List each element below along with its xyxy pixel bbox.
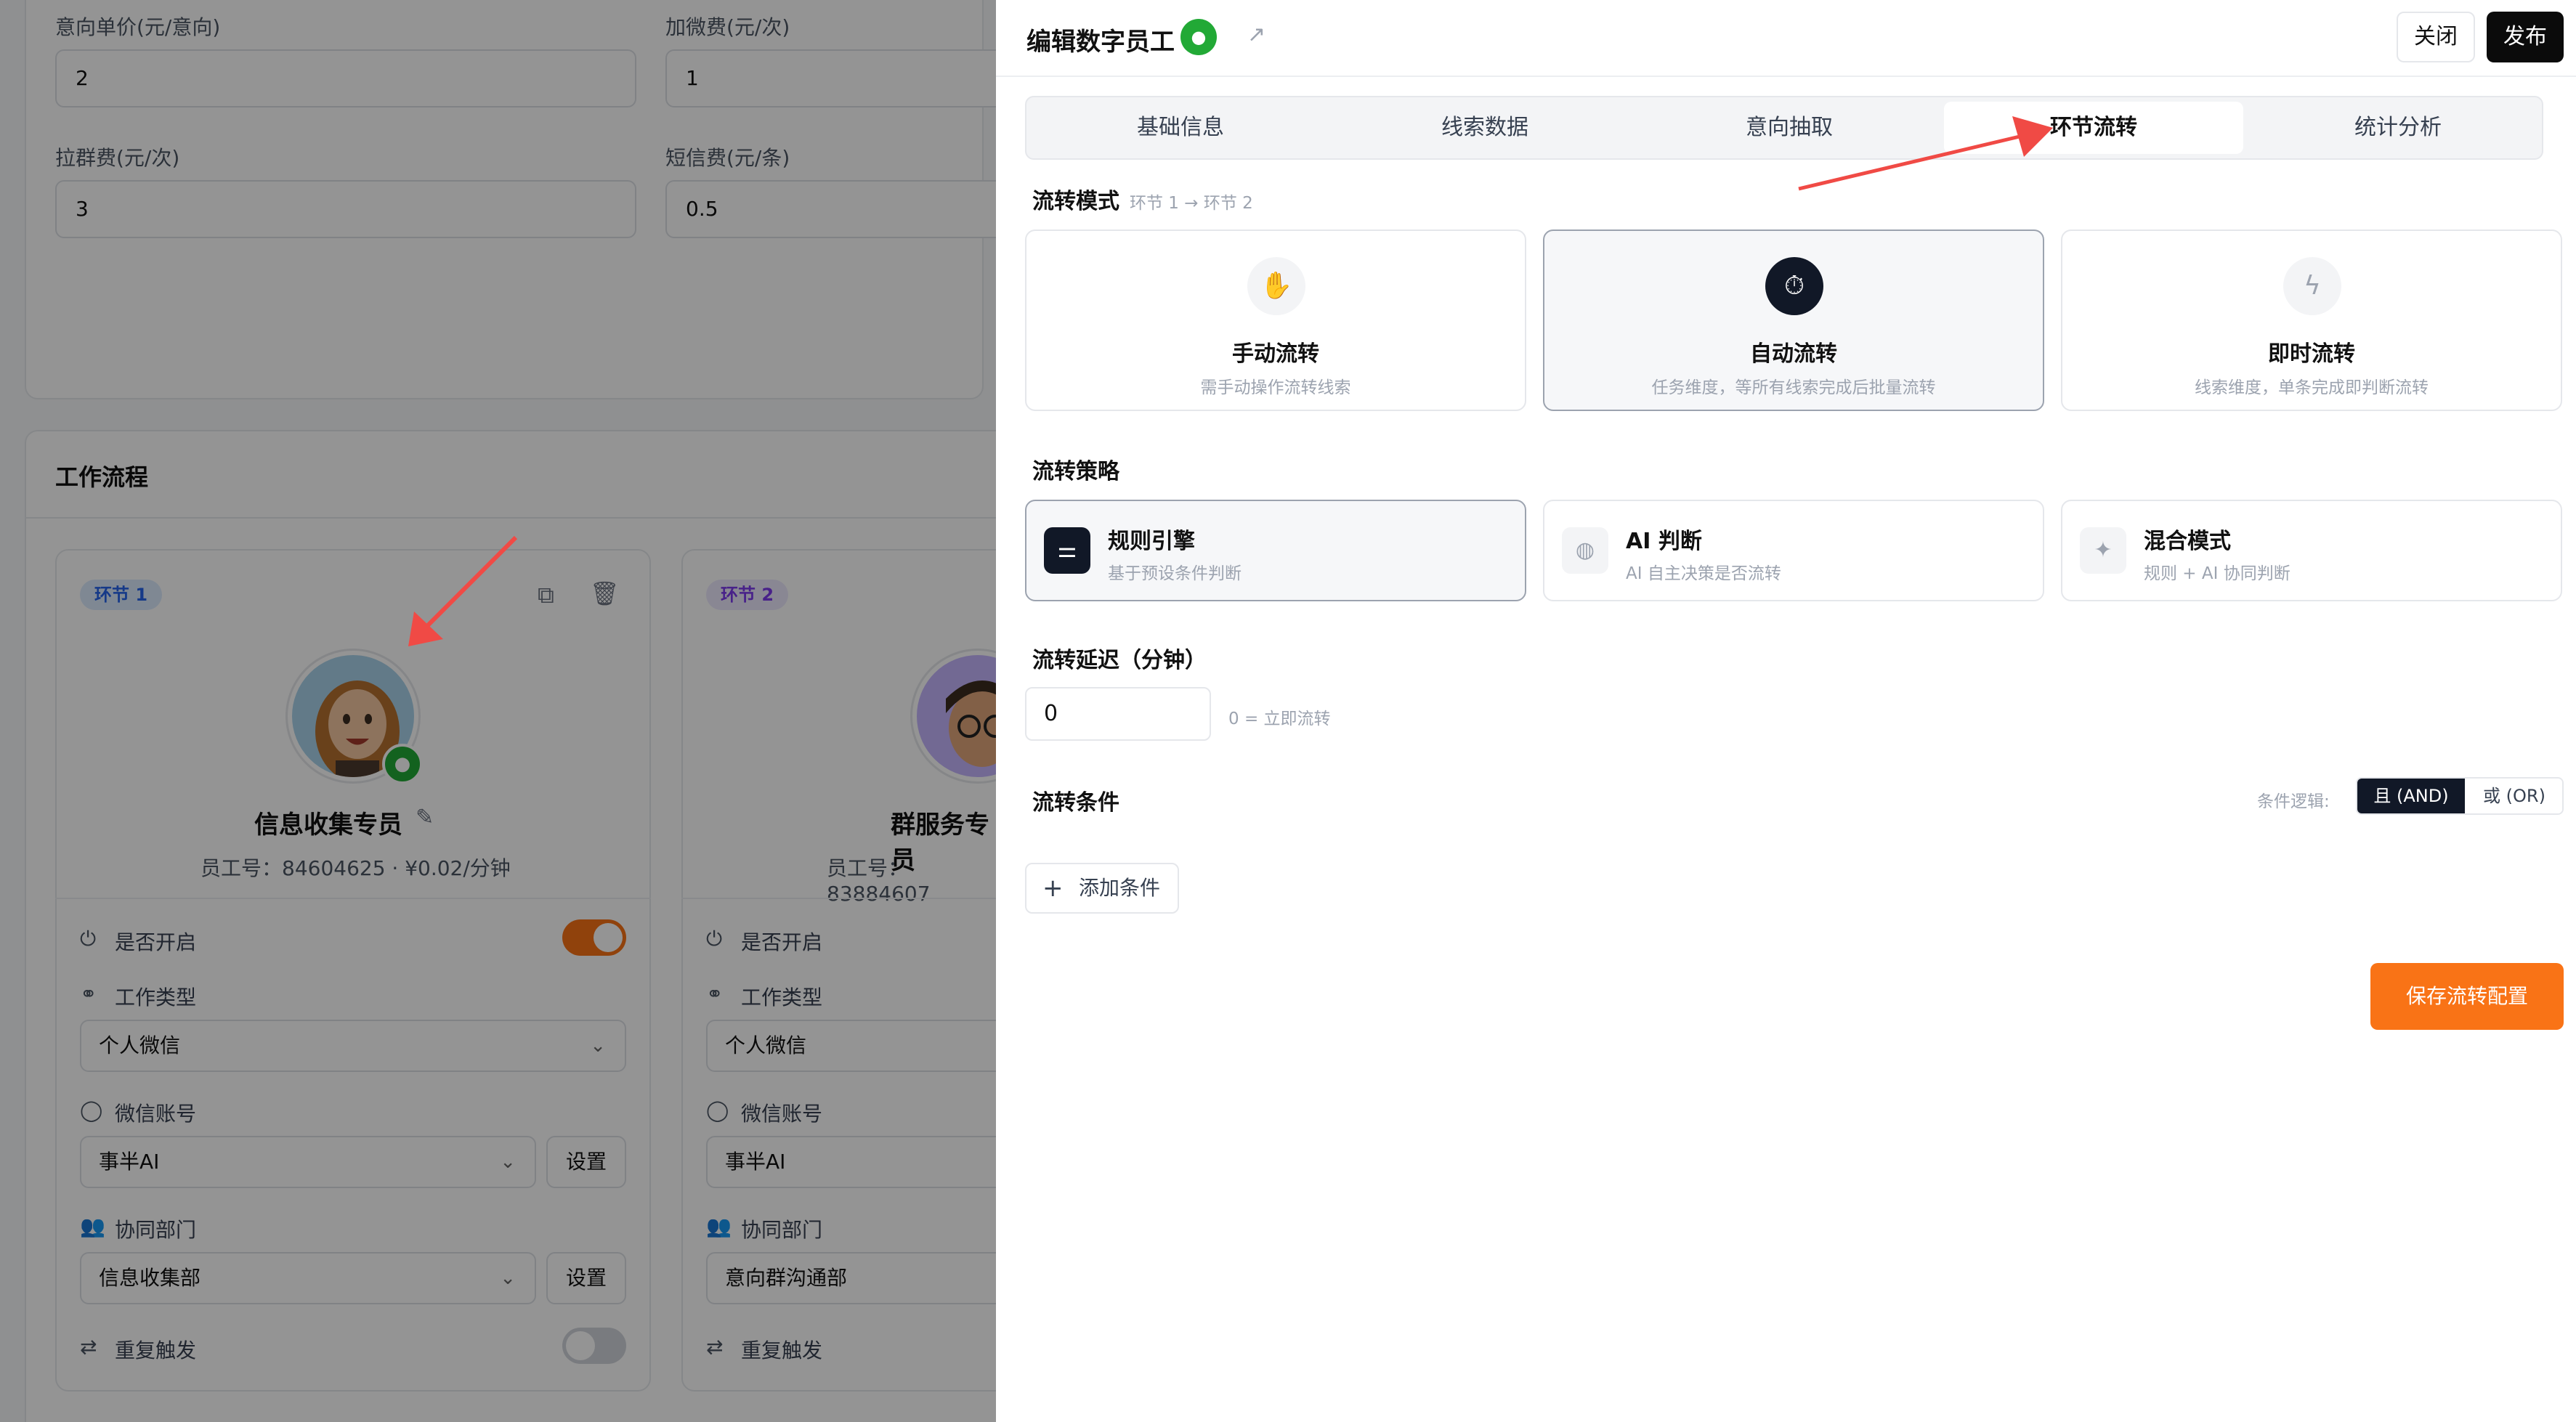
lightning-icon: ϟ: [2283, 257, 2341, 315]
strategy-card-rules[interactable]: ⚌ 规则引擎 基于预设条件判断: [1025, 500, 1526, 601]
sparkle-icon: ✦: [2080, 527, 2126, 574]
strategy-card-ai[interactable]: ◍ AI 判断 AI 自主决策是否流转: [1543, 500, 2044, 601]
conditions-label: 流转条件: [1032, 790, 1119, 816]
wechat-icon: ●: [1180, 19, 1217, 55]
mode-card-manual[interactable]: ✋ 手动流转 需手动操作流转线索: [1025, 229, 1526, 411]
modal-overlay[interactable]: [0, 0, 996, 1422]
strategy-title: 规则引擎: [1108, 529, 1195, 554]
logic-toggle: 且 (AND) 或 (OR): [2356, 777, 2564, 815]
mode-card-auto[interactable]: ⏱ 自动流转 任务维度，等所有线索完成后批量流转: [1543, 229, 2044, 411]
add-condition-button[interactable]: + 添加条件: [1025, 863, 1179, 914]
hand-icon: ✋: [1247, 257, 1305, 315]
publish-button[interactable]: 发布: [2487, 12, 2564, 62]
tab-lead-data[interactable]: 线索数据: [1335, 102, 1635, 154]
mode-label: 流转模式: [1032, 189, 1119, 214]
tab-intent-extract[interactable]: 意向抽取: [1640, 102, 1939, 154]
mode-desc: 需手动操作流转线索: [1200, 378, 1351, 397]
strategy-desc: 基于预设条件判断: [1108, 564, 1242, 583]
mode-title: 自动流转: [1750, 341, 1837, 367]
strategy-title: 混合模式: [2144, 529, 2231, 554]
mode-card-instant[interactable]: ϟ 即时流转 线索维度，单条完成即判断流转: [2061, 229, 2562, 411]
logic-label: 条件逻辑:: [2257, 792, 2330, 811]
close-button[interactable]: 关闭: [2397, 12, 2475, 62]
drawer-header: 编辑数字员工 ● ↗ 关闭 发布: [996, 0, 2576, 77]
save-flow-button[interactable]: 保存流转配置: [2370, 963, 2564, 1030]
plus-icon: +: [1042, 874, 1064, 903]
mode-sublabel: 环节 1 → 环节 2: [1130, 194, 1253, 213]
mode-desc: 线索维度，单条完成即判断流转: [2195, 378, 2429, 397]
delay-hint: 0 = 立即流转: [1228, 710, 1331, 728]
strategy-title: AI 判断: [1626, 529, 1702, 554]
strategy-desc: AI 自主决策是否流转: [1626, 564, 1781, 583]
external-link-icon[interactable]: ↗: [1247, 22, 1265, 47]
strategy-desc: 规则 + AI 协同判断: [2144, 564, 2291, 583]
edit-drawer: 编辑数字员工 ● ↗ 关闭 发布 基础信息 线索数据 意向抽取 环节流转 统计分…: [996, 0, 2576, 1422]
tab-basic-info[interactable]: 基础信息: [1031, 102, 1330, 154]
logic-or-button[interactable]: 或 (OR): [2465, 779, 2562, 813]
tab-stage-flow[interactable]: 环节流转: [1944, 102, 2243, 154]
mode-title: 手动流转: [1232, 341, 1319, 367]
strategy-section-title: 流转策略: [1032, 459, 1119, 484]
background-page: 意向单价(元/意向) 2 加微费(元/次) 1 拉群费(元/次) 3 短信费(元…: [0, 0, 996, 1422]
add-condition-label: 添加条件: [1079, 876, 1161, 900]
mode-section-title: 流转模式 环节 1 → 环节 2: [1032, 183, 1253, 215]
drawer-title: 编辑数字员工: [1026, 28, 1175, 57]
timer-icon: ⏱: [1765, 257, 1823, 315]
delay-input[interactable]: 0: [1025, 687, 1211, 741]
logic-and-button[interactable]: 且 (AND): [2357, 779, 2465, 813]
tab-bar: 基础信息 线索数据 意向抽取 环节流转 统计分析: [1025, 96, 2543, 160]
delay-label: 流转延迟（分钟）: [1032, 648, 1207, 673]
brain-icon: ◍: [1562, 527, 1608, 574]
mode-title: 即时流转: [2268, 341, 2355, 367]
mode-desc: 任务维度，等所有线索完成后批量流转: [1651, 378, 1936, 397]
tab-statistics[interactable]: 统计分析: [2248, 102, 2548, 154]
strategy-card-hybrid[interactable]: ✦ 混合模式 规则 + AI 协同判断: [2061, 500, 2562, 601]
sliders-icon: ⚌: [1044, 527, 1090, 574]
